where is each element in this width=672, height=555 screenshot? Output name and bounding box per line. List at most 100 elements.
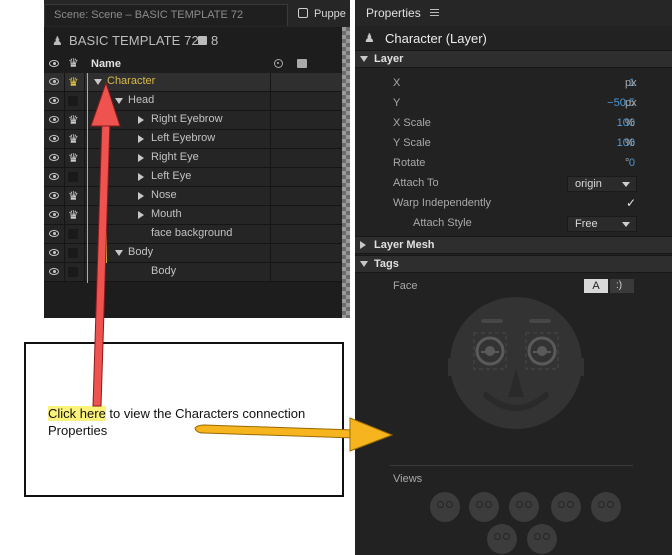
- chevron-right-icon[interactable]: [138, 116, 144, 124]
- layer-name-cell[interactable]: Body: [88, 244, 271, 262]
- face-toggle-smiley[interactable]: :): [610, 279, 634, 293]
- crown-icon: ♛: [68, 75, 79, 89]
- crown-icon: ♛: [68, 132, 79, 146]
- layer-name-cell[interactable]: Character: [88, 73, 271, 91]
- view-face-5[interactable]: [591, 492, 621, 522]
- panel-menu-icon[interactable]: [430, 9, 439, 16]
- chevron-down-icon[interactable]: [94, 79, 102, 85]
- eye-icon: [49, 268, 59, 275]
- camera-column-icon[interactable]: [297, 59, 307, 68]
- layer-name-cell[interactable]: Left Eyebrow: [88, 130, 271, 148]
- chevron-right-icon[interactable]: [138, 211, 144, 219]
- left-eyebrow-tag[interactable]: [529, 319, 551, 323]
- crown-toggle[interactable]: [64, 225, 85, 243]
- tab-puppet[interactable]: Puppe: [298, 4, 346, 26]
- layer-row[interactable]: face background: [44, 225, 350, 244]
- prop-row-face: Face A :): [355, 277, 672, 297]
- visibility-toggle[interactable]: [44, 111, 65, 129]
- right-eyebrow-tag[interactable]: [481, 319, 503, 323]
- section-layer[interactable]: Layer: [355, 50, 672, 68]
- visibility-toggle[interactable]: [44, 73, 65, 91]
- view-face-7[interactable]: [527, 524, 557, 554]
- layer-name-cell[interactable]: Left Eye: [88, 168, 271, 186]
- visibility-toggle[interactable]: [44, 206, 65, 224]
- prop-row-attach-to: Attach To origin: [355, 174, 672, 194]
- chevron-right-icon[interactable]: [138, 154, 144, 162]
- visibility-toggle[interactable]: [44, 187, 65, 205]
- layer-name-cell[interactable]: Right Eyebrow: [88, 111, 271, 129]
- prop-row-y: Y −50.5 px: [355, 94, 672, 114]
- layer-name-cell[interactable]: Body: [88, 263, 271, 281]
- eye-icon: [49, 135, 59, 142]
- crown-toggle[interactable]: ♛: [64, 111, 85, 129]
- layer-row[interactable]: Body: [44, 244, 350, 263]
- layer-name-cell[interactable]: Mouth: [88, 206, 271, 224]
- crown-toggle[interactable]: ♛: [64, 73, 85, 91]
- chevron-down-icon[interactable]: [115, 250, 123, 256]
- prop-unit-rotate: °: [625, 157, 630, 169]
- hierarchy-line: [106, 92, 107, 263]
- layer-row[interactable]: ♛ Right Eye: [44, 149, 350, 168]
- visibility-toggle[interactable]: [44, 130, 65, 148]
- crown-toggle[interactable]: [64, 263, 85, 281]
- section-layer-mesh[interactable]: Layer Mesh: [355, 236, 672, 254]
- eye-icon: [49, 173, 59, 180]
- chevron-right-icon[interactable]: [138, 173, 144, 181]
- view-face-3[interactable]: [509, 492, 539, 522]
- chevron-down-icon: [622, 182, 630, 187]
- crown-toggle[interactable]: ♛: [64, 187, 85, 205]
- layer-name-cell[interactable]: Right Eye: [88, 149, 271, 167]
- visibility-column-icon[interactable]: [49, 60, 59, 67]
- prop-value-rotate[interactable]: 0: [629, 157, 635, 169]
- layer-row[interactable]: Left Eye: [44, 168, 350, 187]
- visibility-toggle[interactable]: [44, 225, 65, 243]
- warp-independently-checkbox[interactable]: ✓: [626, 196, 636, 210]
- layer-row[interactable]: Head: [44, 92, 350, 111]
- chevron-down-icon[interactable]: [115, 98, 123, 104]
- layer-row[interactable]: ♛ Character: [44, 73, 350, 92]
- visibility-toggle[interactable]: [44, 263, 65, 281]
- puppet-icon: ♟: [364, 31, 375, 45]
- empty-slot: [68, 96, 78, 106]
- layer-name-cell[interactable]: Head: [88, 92, 271, 110]
- section-layer-mesh-label: Layer Mesh: [374, 239, 435, 251]
- attach-to-dropdown[interactable]: origin: [567, 176, 637, 192]
- section-tags[interactable]: Tags: [355, 255, 672, 273]
- layer-column-header: ♛ Name: [44, 55, 350, 73]
- crown-column-icon[interactable]: ♛: [68, 57, 79, 69]
- visibility-toggle[interactable]: [44, 149, 65, 167]
- crown-toggle[interactable]: ♛: [64, 206, 85, 224]
- record-column-icon[interactable]: [274, 59, 283, 68]
- layer-row[interactable]: ♛ Nose: [44, 187, 350, 206]
- face-toggle-a[interactable]: A: [584, 279, 608, 293]
- empty-slot: [68, 248, 78, 258]
- view-face-4[interactable]: [551, 492, 581, 522]
- crown-toggle[interactable]: [64, 168, 85, 186]
- layer-name-cell[interactable]: face background: [88, 225, 271, 243]
- prop-row-views: Views: [355, 470, 672, 490]
- view-face-2[interactable]: [469, 492, 499, 522]
- layer-name-cell[interactable]: Nose: [88, 187, 271, 205]
- layer-row[interactable]: ♛ Left Eyebrow: [44, 130, 350, 149]
- crown-icon: ♛: [68, 151, 79, 165]
- prop-label-y: Y: [393, 97, 401, 109]
- layer-row[interactable]: ♛ Mouth: [44, 206, 350, 225]
- attach-style-dropdown[interactable]: Free: [567, 216, 637, 232]
- chevron-right-icon[interactable]: [138, 192, 144, 200]
- eye-icon: [49, 116, 59, 123]
- layer-row[interactable]: ♛ Right Eyebrow: [44, 111, 350, 130]
- view-face-1[interactable]: [430, 492, 460, 522]
- visibility-toggle[interactable]: [44, 168, 65, 186]
- crown-toggle[interactable]: [64, 244, 85, 262]
- crown-toggle[interactable]: ♛: [64, 130, 85, 148]
- chevron-right-icon[interactable]: [138, 135, 144, 143]
- crown-toggle[interactable]: [64, 92, 85, 110]
- crown-toggle[interactable]: ♛: [64, 149, 85, 167]
- view-face-6[interactable]: [487, 524, 517, 554]
- visibility-toggle[interactable]: [44, 92, 65, 110]
- eye-icon: [49, 211, 59, 218]
- layer-row[interactable]: Body: [44, 263, 350, 282]
- prop-unit-y-scale: %: [625, 137, 635, 149]
- tab-scene[interactable]: Scene: Scene – BASIC TEMPLATE 72: [44, 4, 288, 26]
- visibility-toggle[interactable]: [44, 244, 65, 262]
